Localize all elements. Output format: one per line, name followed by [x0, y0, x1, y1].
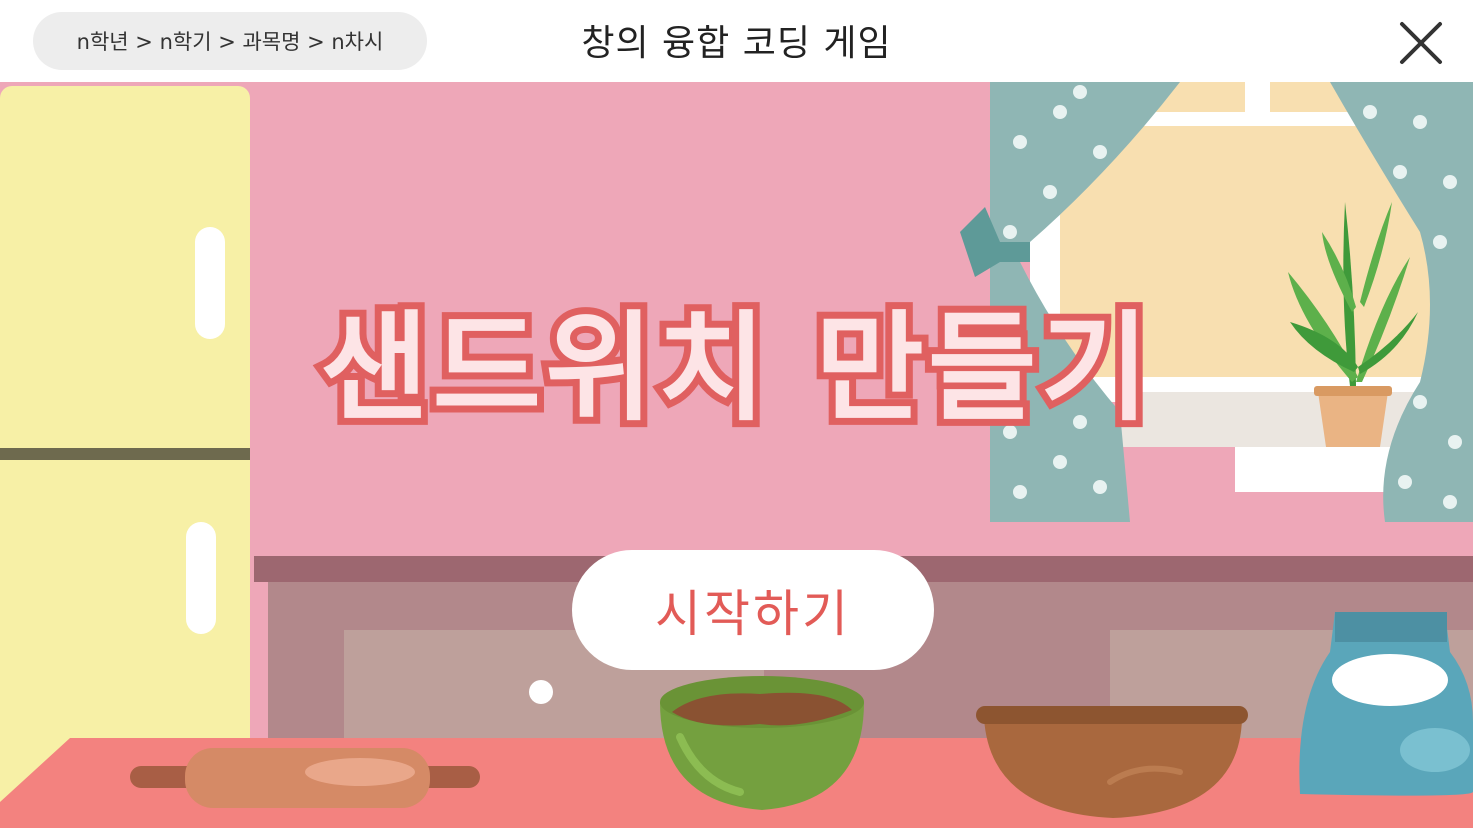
game-title: 샌드위치 만들기 — [313, 292, 1156, 444]
refrigerator — [0, 86, 250, 828]
kitchen-background — [0, 82, 1473, 828]
kitchen-scene: 샌드위치 만들기 시작하기 — [0, 82, 1473, 828]
close-icon[interactable] — [1396, 18, 1446, 68]
page-title: 창의 융합 코딩 게임 — [581, 23, 892, 64]
start-button[interactable]: 시작하기 — [572, 550, 934, 670]
top-bar: n학년 > n학기 > 과목명 > n차시 창의 융합 코딩 게임 — [0, 0, 1473, 82]
